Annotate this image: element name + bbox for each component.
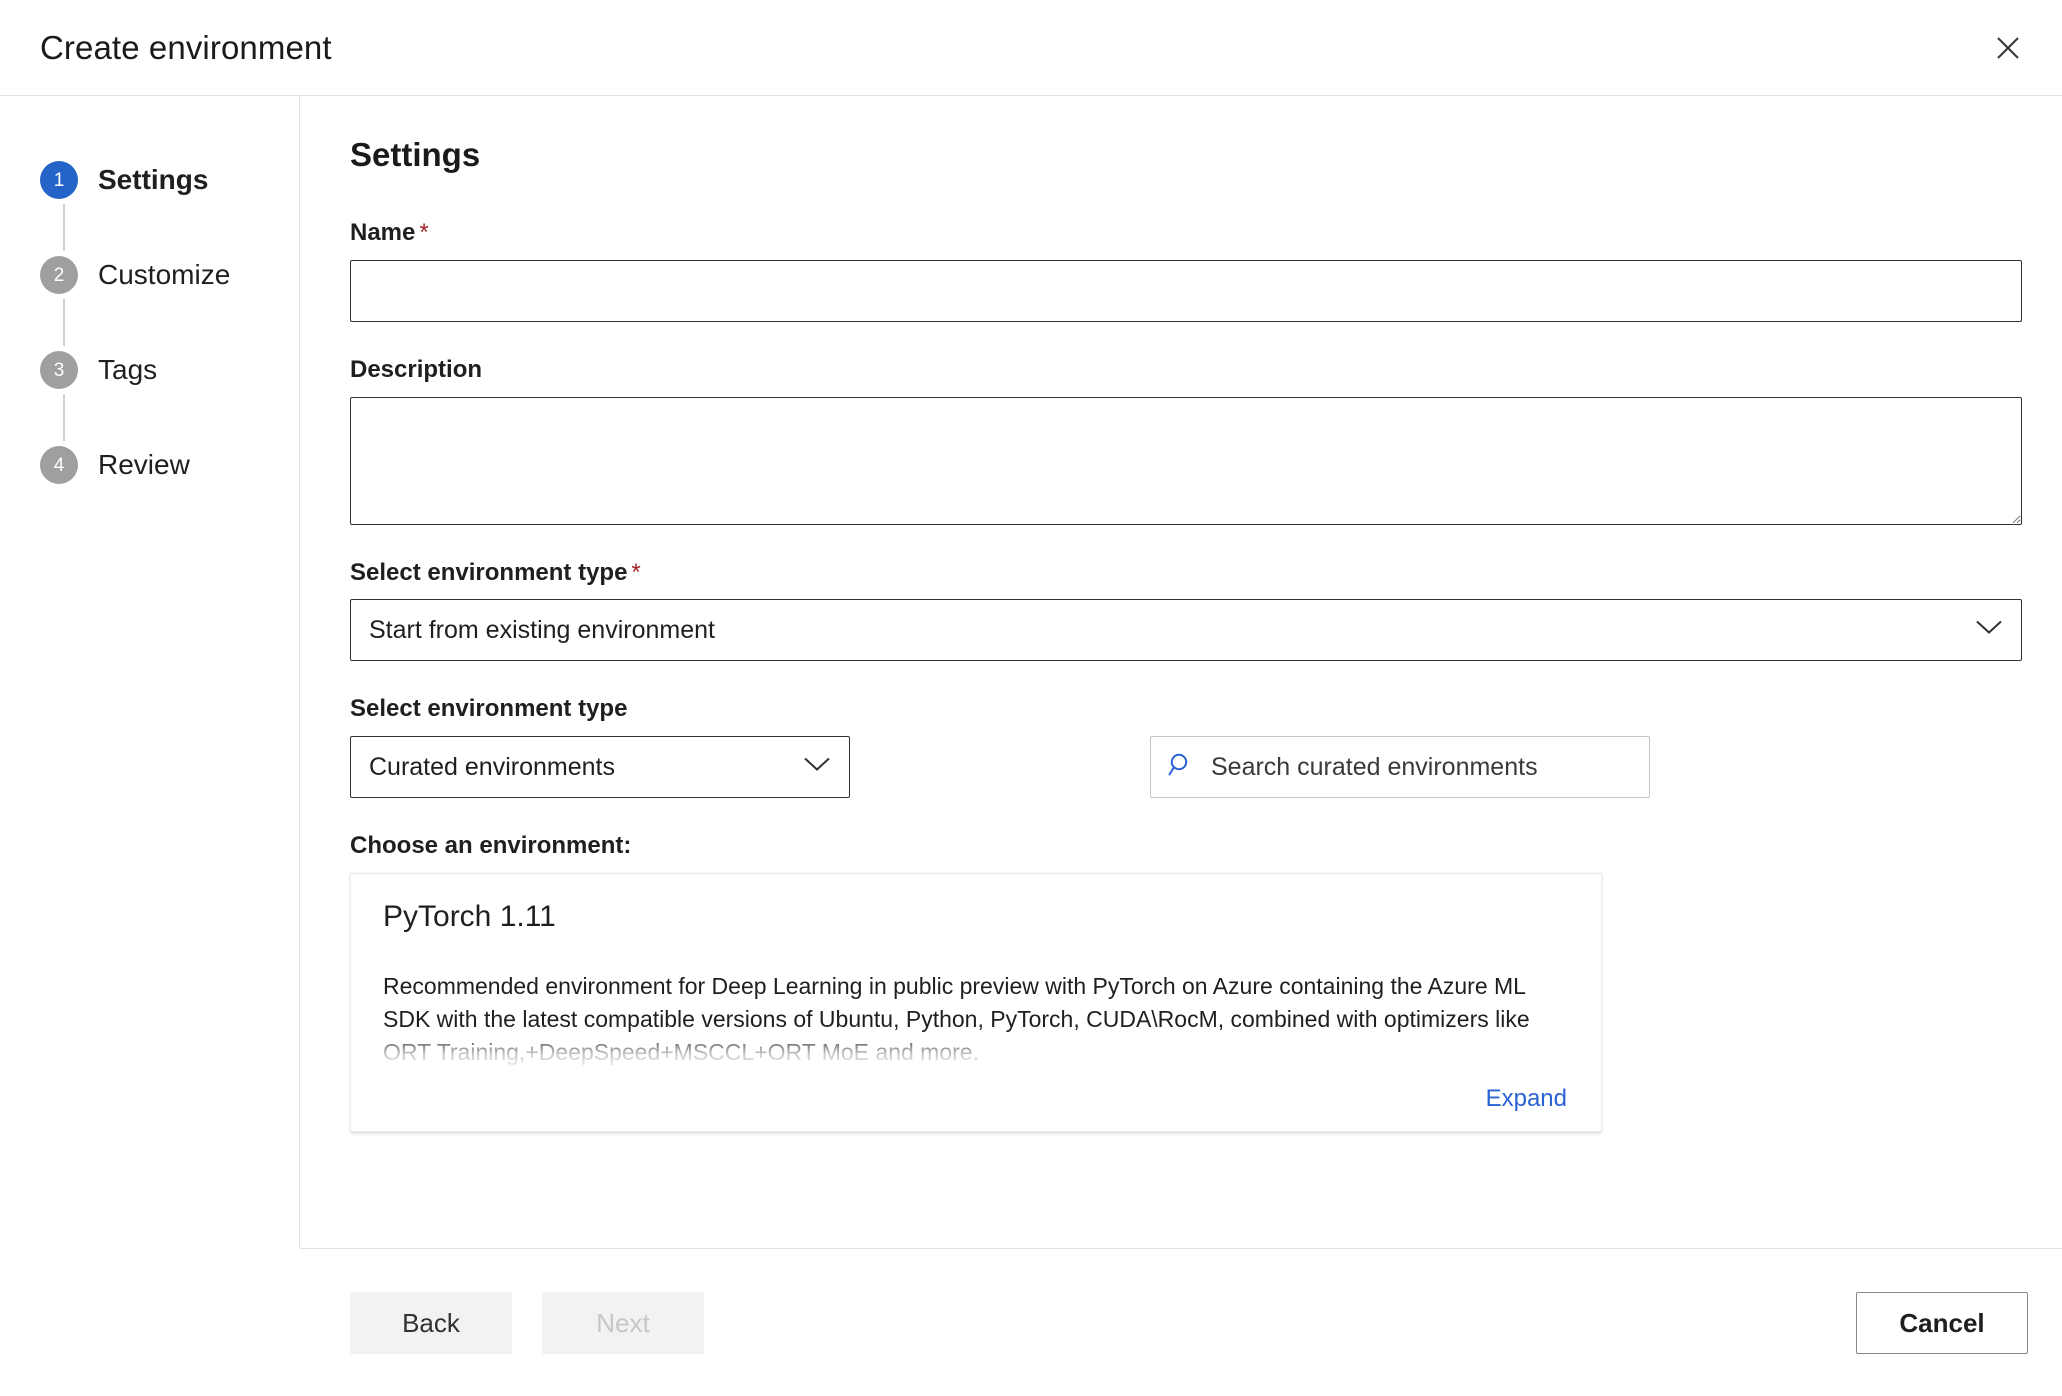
settings-form: Settings Name * Description Select enviro… (300, 96, 2062, 1248)
environment-source-group: Select environment type Curated environm… (350, 695, 2028, 799)
name-label: Name * (350, 219, 2028, 248)
sidebar-item-tags[interactable]: 3 Tags (40, 346, 299, 394)
choose-environment-label: Choose an environment: (350, 832, 632, 860)
environment-type-group: Select environment type * Start from exis… (350, 559, 2028, 662)
environment-source-row: Select environment type Curated environm… (350, 695, 2028, 799)
sidebar-item-review[interactable]: 4 Review (40, 441, 299, 489)
name-field-group: Name * (350, 219, 2028, 322)
step-number-badge-4: 4 (40, 446, 78, 484)
step-connector-2 (63, 299, 65, 346)
environment-type-select[interactable]: Start from existing environment (350, 599, 2022, 662)
environment-type-label-text: Select environment type (350, 558, 628, 586)
environment-source-select[interactable]: Curated environments (350, 736, 850, 799)
environment-card-description: Recommended environment for Deep Learnin… (383, 972, 1530, 1065)
required-asterisk-name: * (419, 219, 429, 246)
step-connector-3 (63, 394, 65, 441)
description-label: Description (350, 355, 483, 383)
step-label-tags: Tags (98, 354, 158, 385)
environment-card-pytorch[interactable]: PyTorch 1.11 Recommended environment for… (350, 872, 1602, 1132)
panel-body: 1 Settings 2 Customize 3 Tags 4 Review S… (0, 96, 2062, 1248)
expand-link[interactable]: Expand (1486, 1085, 1567, 1112)
close-icon (1993, 33, 2023, 63)
close-button[interactable] (1980, 20, 2036, 76)
footer-left-buttons: Back Next (350, 1291, 704, 1354)
environment-source-select-wrap: Curated environments (350, 736, 850, 799)
search-icon (1167, 751, 1195, 784)
wizard-sidebar: 1 Settings 2 Customize 3 Tags 4 Review (0, 96, 300, 1248)
step-number-badge-2: 2 (40, 256, 78, 294)
step-label-settings: Settings (98, 164, 209, 195)
step-number-badge-3: 3 (40, 351, 78, 389)
search-input[interactable] (1209, 751, 1633, 783)
environment-source-col: Select environment type Curated environm… (350, 695, 850, 799)
environment-card-actions: Expand (383, 1085, 1567, 1113)
sidebar-item-customize[interactable]: 2 Customize (40, 251, 299, 299)
step-label-customize: Customize (98, 259, 231, 290)
step-label-review: Review (98, 449, 190, 480)
environment-type-select-wrap: Start from existing environment (350, 599, 2022, 662)
panel-header: Create environment (0, 0, 2062, 96)
environment-type-label: Select environment type * (350, 559, 2028, 588)
environment-source-label: Select environment type (350, 695, 628, 723)
description-field-group: Description (350, 356, 2028, 525)
panel-footer: Back Next Cancel (300, 1248, 2062, 1396)
step-connector-1 (63, 204, 65, 251)
cancel-button[interactable]: Cancel (1856, 1291, 2028, 1354)
step-number-badge-1: 1 (40, 161, 78, 199)
choose-environment-group: Choose an environment: PyTorch 1.11 Reco… (350, 832, 2028, 1132)
name-label-text: Name (350, 219, 416, 246)
page-title: Create environment (40, 29, 332, 66)
back-button[interactable]: Back (350, 1291, 512, 1354)
wizard-step-list: 1 Settings 2 Customize 3 Tags 4 Review (40, 156, 299, 489)
sidebar-item-settings[interactable]: 1 Settings (40, 156, 299, 204)
next-button[interactable]: Next (542, 1291, 704, 1354)
description-textarea[interactable] (350, 396, 2022, 525)
environment-card-title: PyTorch 1.11 (383, 899, 556, 933)
search-curated-environments-box[interactable] (1150, 736, 1650, 799)
name-input[interactable] (350, 259, 2022, 322)
required-asterisk-env-type: * (631, 558, 641, 586)
create-environment-panel: Create environment 1 Settings 2 Customiz… (0, 0, 2062, 1396)
content-heading: Settings (350, 136, 481, 173)
